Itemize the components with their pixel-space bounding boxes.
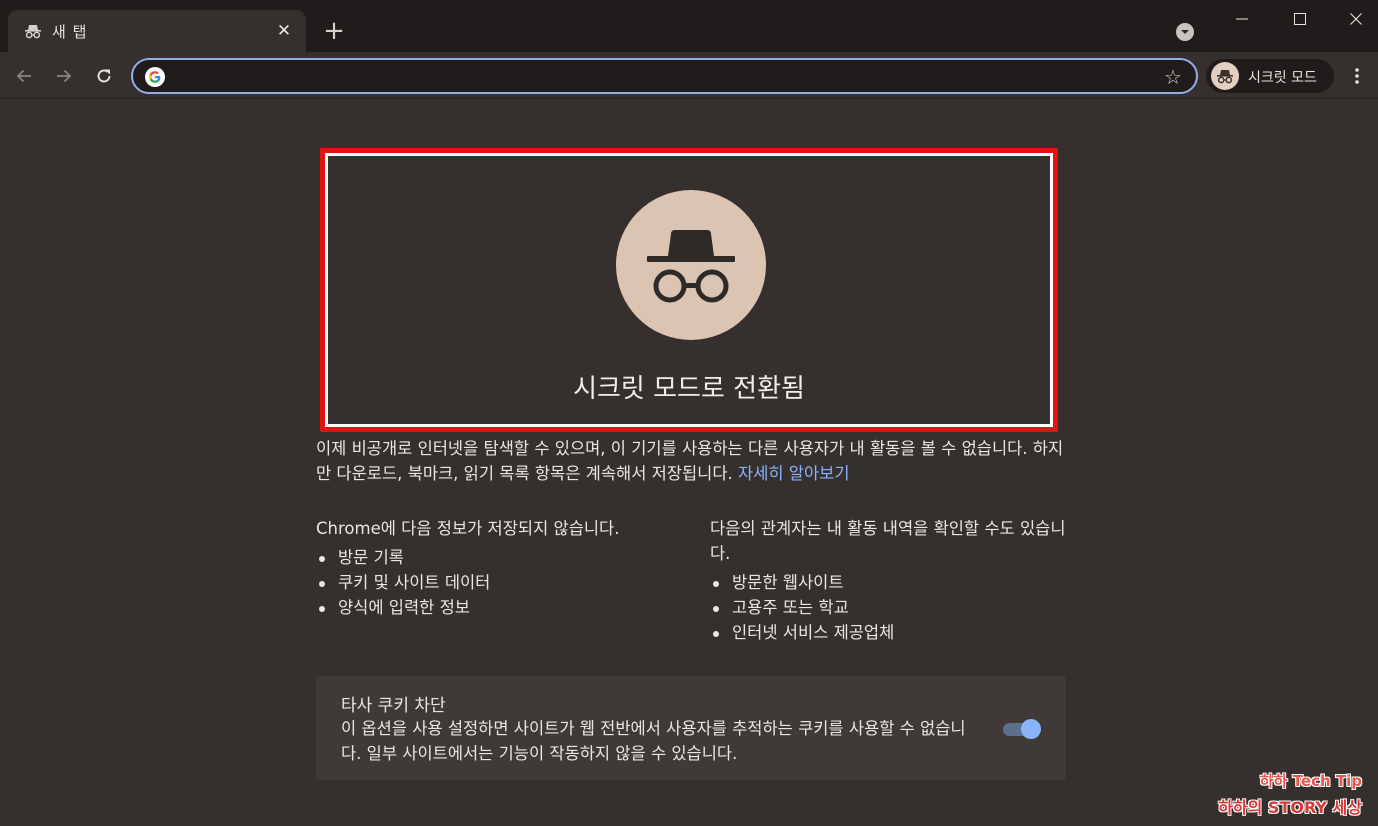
back-button[interactable] [9, 61, 39, 91]
forward-arrow-icon [57, 69, 72, 83]
not-saved-heading-text: 에 다음 정보가 저장되지 않습니다. [380, 519, 620, 538]
forward-button[interactable] [49, 61, 79, 91]
not-saved-heading: Chrome에 다음 정보가 저장되지 않습니다. [316, 516, 686, 541]
third-party-cookie-card: 타사 쿠키 차단 이 옵션을 사용 설정하면 사이트가 웹 전반에서 사용자를 … [316, 676, 1066, 780]
incognito-large-icon [647, 230, 735, 303]
incognito-avatar-icon [1211, 62, 1239, 90]
maximize-icon [1294, 13, 1306, 25]
tab-close-icon[interactable]: ✕ [272, 19, 296, 43]
tab-search-button[interactable] [1176, 23, 1194, 41]
not-saved-list: Chrome에 다음 정보가 저장되지 않습니다. 방문 기록 쿠키 및 사이트… [316, 516, 686, 620]
watermark-line-2: 하하의 STORY 세상 [1218, 798, 1362, 817]
watermark: 하하 Tech Tip 하하의 STORY 세상 [1218, 770, 1362, 818]
minimize-icon [1236, 18, 1248, 20]
incognito-profile-button[interactable]: 시크릿 모드 [1206, 59, 1334, 93]
cookie-card-description: 이 옵션을 사용 설정하면 사이트가 웹 전반에서 사용자를 추적하는 쿠키를 … [341, 719, 966, 763]
list-item: 인터넷 서비스 제공업체 [710, 620, 1070, 645]
intro-text: 이제 비공개로 인터넷을 탐색할 수 있으며, 이 기기를 사용하는 다른 사용… [316, 436, 1066, 486]
toolbar: ☆ 시크릿 모드 [0, 52, 1378, 99]
reload-button[interactable] [89, 61, 119, 91]
maximize-button[interactable] [1270, 0, 1330, 38]
list-item: 쿠키 및 사이트 데이터 [316, 570, 686, 595]
bookmark-star-icon[interactable]: ☆ [1162, 65, 1184, 89]
block-cookies-toggle[interactable] [1001, 718, 1041, 740]
reload-icon [97, 69, 111, 83]
profile-label: 시크릿 모드 [1248, 70, 1317, 86]
minimize-button[interactable] [1212, 0, 1272, 38]
tab-strip: 새 탭 ✕ + [0, 0, 1378, 52]
tab-new-tab[interactable]: 새 탭 ✕ [8, 10, 306, 52]
incognito-logo [616, 190, 766, 340]
kebab-menu-icon [1355, 68, 1359, 84]
list-item: 방문한 웹사이트 [710, 570, 1070, 595]
chevron-down-icon [1181, 30, 1189, 34]
list-item: 방문 기록 [316, 545, 686, 570]
incognito-icon [24, 22, 42, 40]
intro-body: 이제 비공개로 인터넷을 탐색할 수 있으며, 이 기기를 사용하는 다른 사용… [316, 439, 1064, 483]
close-icon [1350, 13, 1362, 25]
visible-to-list: 다음의 관계자는 내 활동 내역을 확인할 수도 있습니다. 방문한 웹사이트 … [710, 516, 1070, 645]
page-title: 시크릿 모드로 전환됨 [573, 374, 805, 404]
chrome-brand-text: Chrome [316, 519, 381, 538]
omnibox-input[interactable] [173, 65, 1153, 87]
tab-title: 새 탭 [52, 23, 88, 41]
more-menu-button[interactable] [1342, 61, 1372, 91]
new-tab-button[interactable]: + [320, 16, 348, 46]
google-logo-icon [145, 67, 165, 87]
visible-to-heading: 다음의 관계자는 내 활동 내역을 확인할 수도 있습니다. [710, 519, 1066, 563]
incognito-hero: 시크릿 모드로 전환됨 [320, 148, 1058, 432]
list-item: 양식에 입력한 정보 [316, 595, 686, 620]
learn-more-link[interactable]: 자세히 알아보기 [738, 464, 850, 483]
watermark-line-1: 하하 Tech Tip [1259, 772, 1362, 790]
list-item: 고용주 또는 학교 [710, 595, 1070, 620]
back-arrow-icon [16, 69, 31, 83]
address-bar[interactable]: ☆ [131, 58, 1198, 94]
toggle-knob [1021, 719, 1041, 739]
close-window-button[interactable] [1326, 0, 1378, 38]
cookie-card-title: 타사 쿠키 차단 [341, 696, 446, 716]
